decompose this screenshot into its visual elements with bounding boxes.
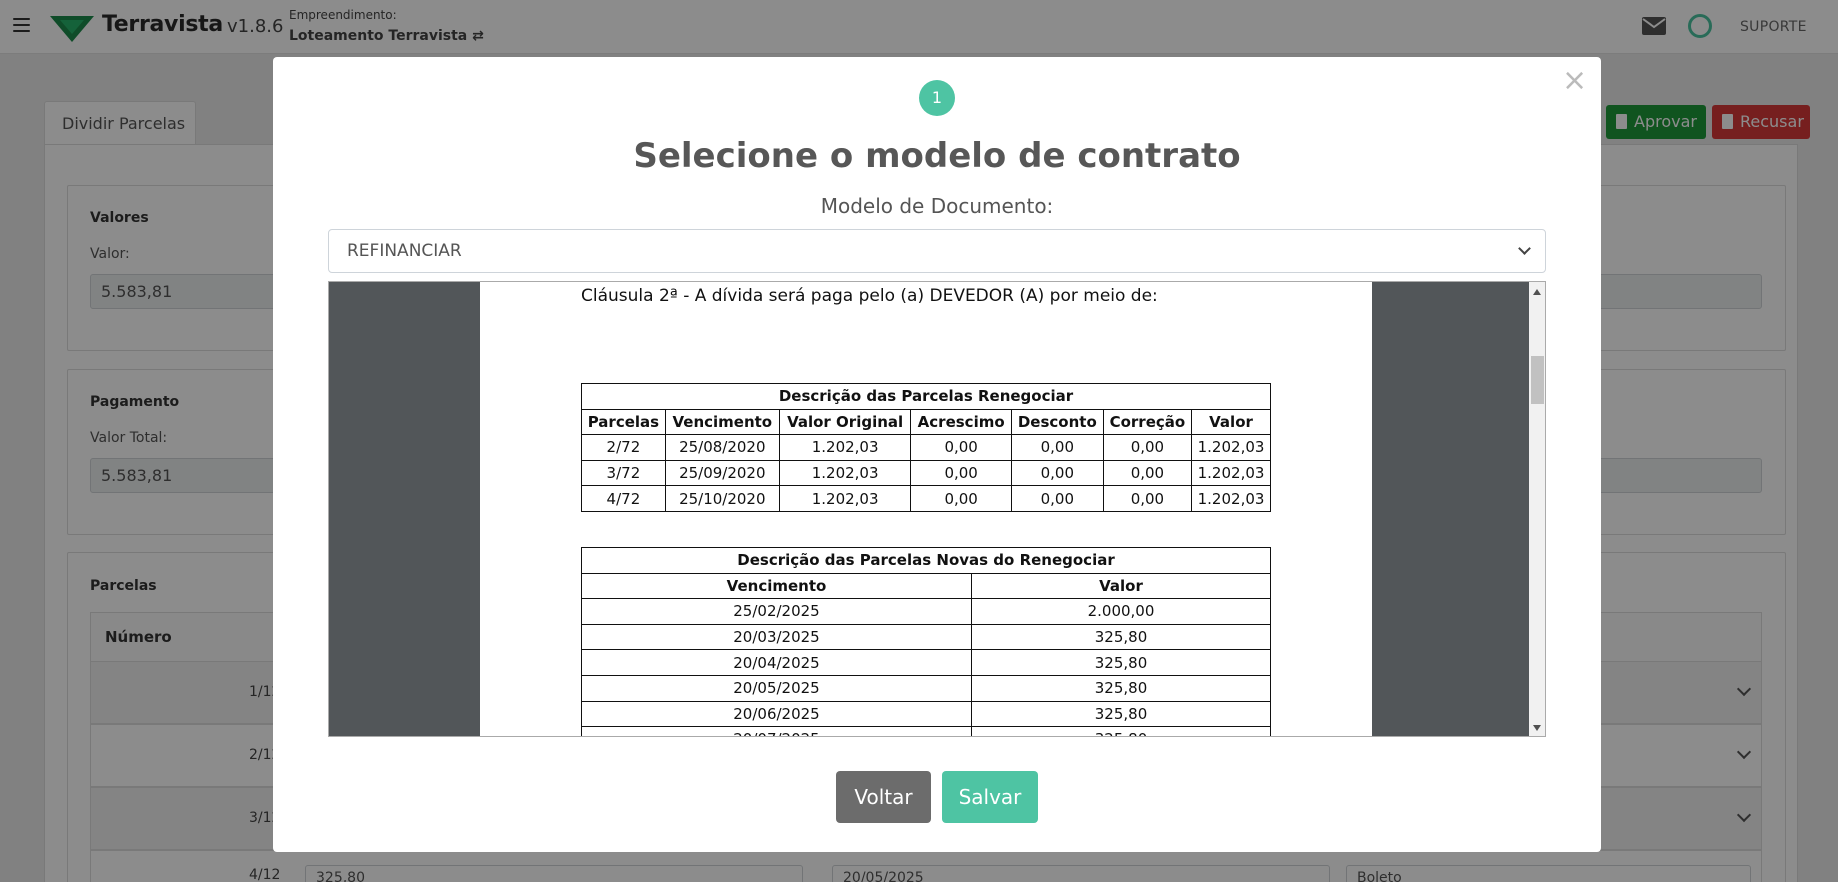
table-cell: 1.202,03 <box>778 459 912 487</box>
column-header: Vencimento <box>581 572 972 600</box>
new-installments-table: Descrição das Parcelas Novas do Renegoci… <box>581 547 1271 736</box>
step-badge: 1 <box>919 80 955 116</box>
scroll-thumb[interactable] <box>1531 356 1544 404</box>
table-cell: 325,80 <box>971 623 1271 651</box>
table-row: 3/72 25/09/2020 1.202,03 0,00 0,00 0,00 1.202,… <box>581 459 1271 487</box>
modal-title: Selecione o modelo de contrato <box>633 136 1241 176</box>
column-header: Correção <box>1102 408 1193 436</box>
column-header: Vencimento <box>664 408 780 436</box>
table-cell: 1.202,03 <box>1191 459 1271 487</box>
table-cell: 1.202,03 <box>778 485 912 512</box>
table-cell: 20/07/2025 <box>581 726 972 736</box>
table-cell: 325,80 <box>971 700 1271 728</box>
table-cell: 0,00 <box>910 459 1012 487</box>
table-cell: 1.202,03 <box>1191 434 1271 461</box>
scroll-down-icon[interactable] <box>1533 725 1541 731</box>
scroll-up-icon[interactable] <box>1533 289 1541 295</box>
pdf-page: Cláusula 2ª - A dívida será paga pelo (a… <box>480 282 1372 736</box>
column-header: Acrescimo <box>910 408 1012 436</box>
table-cell: 4/72 <box>581 485 666 512</box>
table-cell: 20/05/2025 <box>581 674 972 702</box>
table-cell: 20/06/2025 <box>581 700 972 728</box>
table-cell: 25/10/2020 <box>664 485 780 512</box>
column-header: Desconto <box>1010 408 1104 436</box>
table-cell: 20/04/2025 <box>581 649 972 676</box>
table-cell: 0,00 <box>1102 459 1193 487</box>
table-cell: 0,00 <box>1010 434 1104 461</box>
table-row: 25/02/2025 2.000,00 <box>581 598 1271 625</box>
table-cell: 1.202,03 <box>1191 485 1271 512</box>
table-cell: 0,00 <box>910 434 1012 461</box>
table-cell: 25/08/2020 <box>664 434 780 461</box>
table-row: 2/72 25/08/2020 1.202,03 0,00 0,00 0,00 1.202,… <box>581 434 1271 461</box>
table-cell: 20/03/2025 <box>581 623 972 651</box>
table-cell: 0,00 <box>910 485 1012 512</box>
table-cell: 3/72 <box>581 459 666 487</box>
table-cell: 325,80 <box>971 726 1271 736</box>
table-row: 20/06/2025 325,80 <box>581 700 1271 728</box>
table-title: Descrição das Parcelas Renegociar <box>581 383 1271 410</box>
table-cell: 0,00 <box>1010 485 1104 512</box>
table-row: 4/72 25/10/2020 1.202,03 0,00 0,00 0,00 1.202,… <box>581 485 1271 512</box>
table-cell: 1.202,03 <box>778 434 912 461</box>
document-preview[interactable]: Cláusula 2ª - A dívida será paga pelo (a… <box>328 281 1546 737</box>
chevron-down-icon <box>1518 242 1531 255</box>
column-header: Parcelas <box>581 408 666 436</box>
table-cell: 0,00 <box>1010 459 1104 487</box>
column-header: Valor Original <box>778 408 912 436</box>
document-model-value: REFINANCIAR <box>347 241 462 261</box>
clause-text: Cláusula 2ª - A dívida será paga pelo (a… <box>581 286 1158 306</box>
column-header: Valor <box>1191 408 1271 436</box>
table-row: 20/05/2025 325,80 <box>581 674 1271 702</box>
renegotiate-table: Descrição das Parcelas Renegociar Parcel… <box>581 383 1271 512</box>
save-button[interactable]: Salvar <box>942 771 1038 823</box>
table-title: Descrição das Parcelas Novas do Renegoci… <box>581 547 1271 574</box>
close-icon[interactable]: × <box>1562 66 1587 96</box>
table-cell: 2.000,00 <box>971 598 1271 625</box>
table-cell: 0,00 <box>1102 434 1193 461</box>
column-header: Valor <box>971 572 1271 600</box>
table-row: 20/03/2025 325,80 <box>581 623 1271 651</box>
document-model-label: Modelo de Documento: <box>820 194 1054 218</box>
table-row: 20/04/2025 325,80 <box>581 649 1271 676</box>
table-cell: 2/72 <box>581 434 666 461</box>
table-cell: 325,80 <box>971 649 1271 676</box>
back-button[interactable]: Voltar <box>836 771 931 823</box>
vertical-scrollbar[interactable] <box>1529 282 1545 736</box>
table-cell: 0,00 <box>1102 485 1193 512</box>
table-row: 20/07/2025325,80 <box>581 726 1271 736</box>
contract-model-modal: × 1 Selecione o modelo de contrato Model… <box>273 57 1601 852</box>
table-cell: 25/09/2020 <box>664 459 780 487</box>
table-cell: 325,80 <box>971 674 1271 702</box>
document-model-select[interactable]: REFINANCIAR <box>328 229 1546 273</box>
table-cell: 25/02/2025 <box>581 598 972 625</box>
